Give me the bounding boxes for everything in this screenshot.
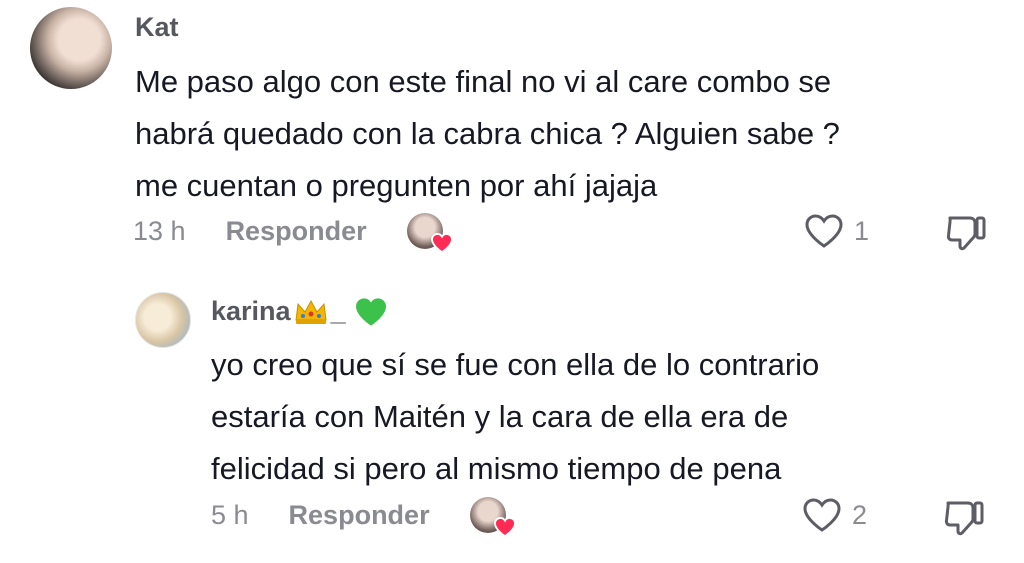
comment-meta: 13 h Responder [133,213,453,253]
reply-meta: 5 h Responder [211,497,516,537]
like-count: 1 [854,215,870,246]
dislike-icon[interactable] [944,214,988,254]
creator-liked-avatar [406,213,453,253]
green-heart-emoji [355,297,386,326]
comment-time: 13 h [133,215,186,246]
reply-time: 5 h [211,499,249,530]
creator-liked-avatar [469,497,516,537]
reply-reply-button[interactable]: Responder [289,500,430,531]
reply-username-sep: _ [330,296,346,326]
reply-text: yo creo que sí se fue con ella de lo con… [211,347,820,486]
reply-button[interactable]: Responder [226,216,367,247]
reply-username-text: karina [211,296,291,326]
comment-username[interactable]: Kat [135,12,179,43]
like-button[interactable]: 1 [804,213,869,249]
reply-avatar[interactable] [135,292,191,348]
comment-text: Me paso algo con este final no vi al car… [135,64,840,203]
reply-like-button[interactable]: 2 [802,497,867,533]
heart-outline-icon[interactable] [802,497,842,533]
dislike-icon[interactable] [942,499,986,539]
creator-heart-icon [493,517,516,537]
reply-username[interactable]: karina _ [211,296,388,327]
crown-emoji [294,299,327,324]
reply-like-count: 2 [852,499,868,530]
heart-outline-icon[interactable] [804,213,844,249]
creator-heart-icon [430,233,453,253]
avatar[interactable] [30,7,112,89]
